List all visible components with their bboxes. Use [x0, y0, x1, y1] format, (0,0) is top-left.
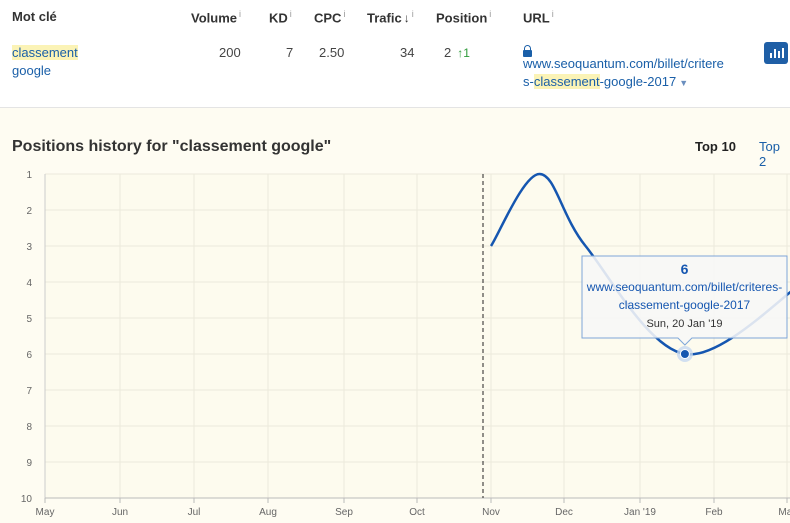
- x-tick-label: Nov: [482, 507, 500, 518]
- y-tick-label: 10: [21, 494, 33, 505]
- tooltip-value: 6: [681, 261, 689, 277]
- y-tick-label: 9: [26, 458, 32, 469]
- y-tick-label: 1: [26, 170, 32, 181]
- tooltip-url-line1: www.seoquantum.com/billet/criteres-: [586, 280, 782, 294]
- y-tick-label: 7: [26, 386, 32, 397]
- x-tick-label: Jul: [188, 507, 201, 518]
- y-tick-label: 3: [26, 242, 32, 253]
- y-tick-label: 4: [26, 278, 32, 289]
- y-tick-label: 8: [26, 422, 32, 433]
- x-tick-label: Jun: [112, 507, 128, 518]
- positions-chart: 1 2 3 4 5 6 7 8 9 10May Jun Jul Aug Sep Oct Nov Dec Jan '…: [21, 170, 790, 518]
- y-tick-label: 2: [26, 206, 32, 217]
- tooltip-date: Sun, 20 Jan '19: [646, 318, 722, 330]
- x-tick-label: May: [36, 507, 55, 518]
- y-tick-label: 5: [26, 314, 32, 325]
- x-tick-label: Sep: [335, 507, 353, 518]
- x-tick-label: Oct: [409, 507, 425, 518]
- x-tick-label: Feb: [705, 507, 723, 518]
- data-point: [679, 349, 690, 359]
- x-tick-label: Aug: [259, 507, 277, 518]
- x-tick-label: Mar: [778, 507, 790, 518]
- x-tick-label: Jan '19: [624, 507, 656, 518]
- tooltip-url-line2: classement-google-2017: [619, 298, 751, 312]
- x-tick-label: Dec: [555, 507, 573, 518]
- y-tick-label: 6: [26, 350, 32, 361]
